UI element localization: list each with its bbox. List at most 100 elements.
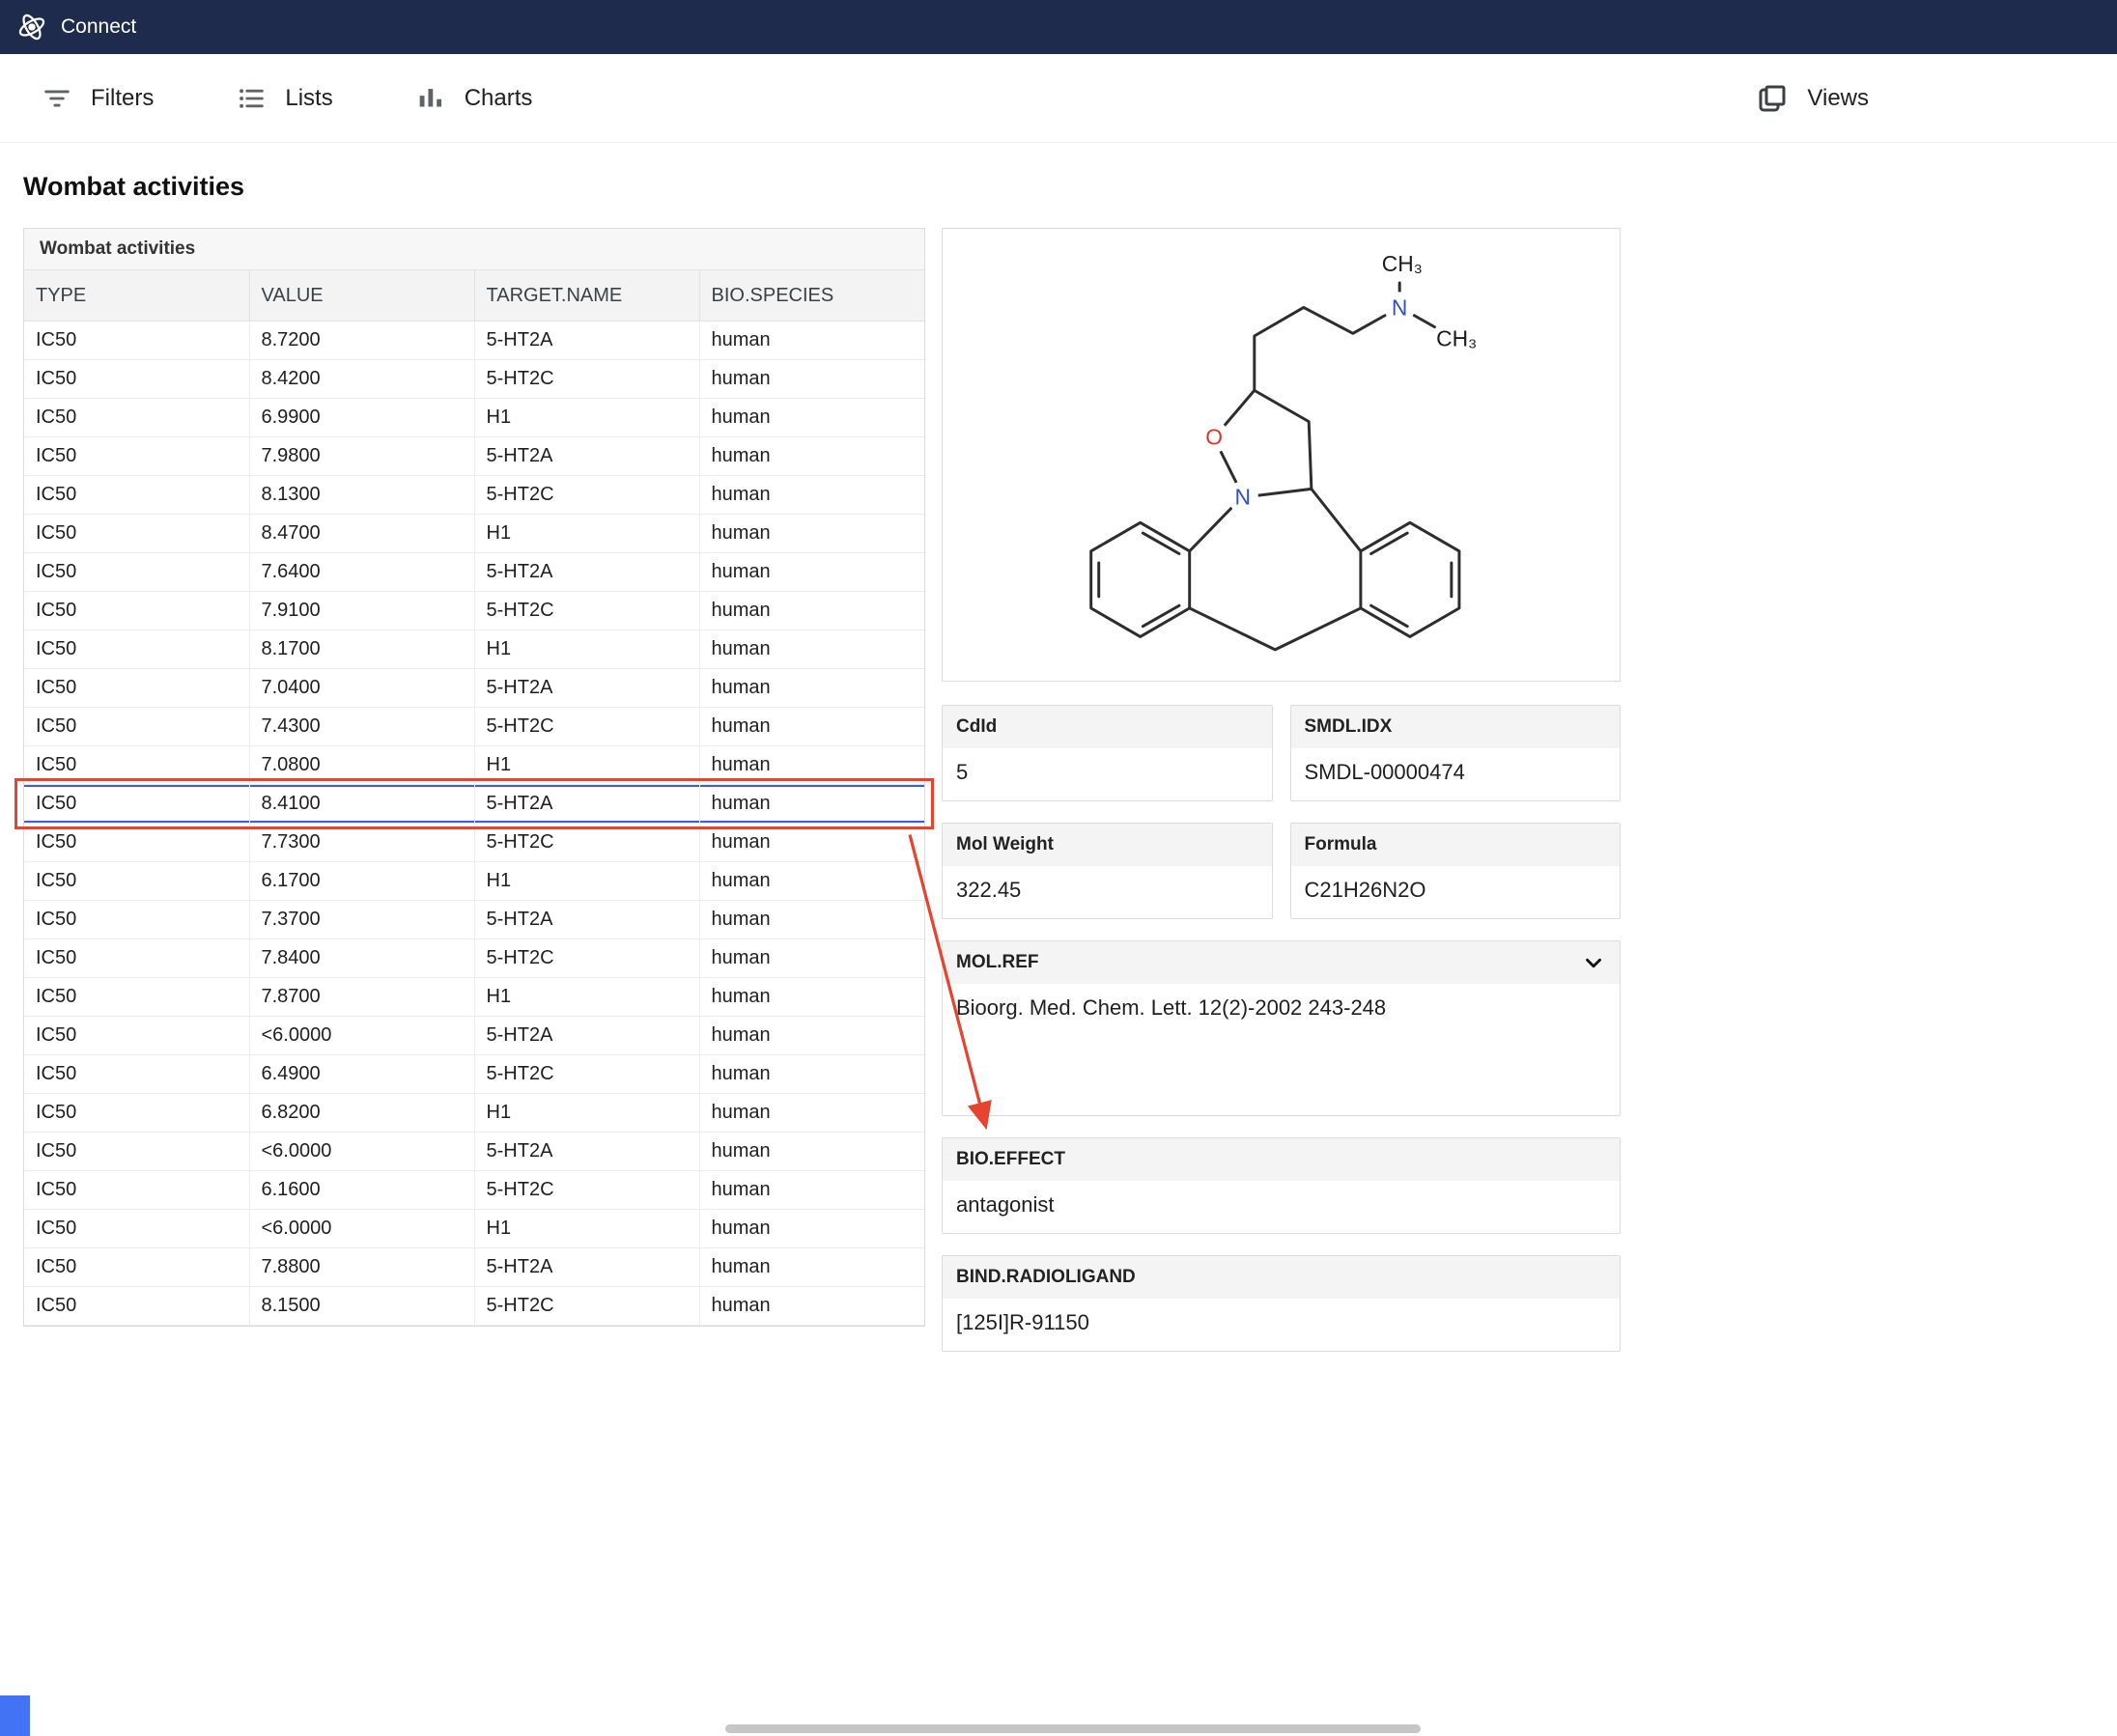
table-row[interactable]: IC50 7.0800 H1 human: [24, 745, 924, 785]
cell-value: <6.0000: [249, 1016, 475, 1055]
table-panel-title: Wombat activities: [24, 229, 924, 269]
table-row[interactable]: IC50 7.8800 5-HT2A human: [24, 1247, 924, 1287]
cell-bio-species: human: [699, 784, 924, 824]
table-row[interactable]: IC50 6.1700 H1 human: [24, 861, 924, 901]
cell-target-name: H1: [474, 861, 700, 901]
amine-nitrogen-label: N: [1391, 294, 1406, 320]
cell-type: IC50: [24, 745, 250, 785]
table-row[interactable]: IC50 <6.0000 H1 human: [24, 1209, 924, 1248]
table-row[interactable]: IC50 8.1300 5-HT2C human: [24, 475, 924, 515]
horizontal-scrollbar-thumb[interactable]: [725, 1724, 1421, 1733]
table-row[interactable]: IC50 7.8700 H1 human: [24, 977, 924, 1017]
table-row[interactable]: IC50 7.4300 5-HT2C human: [24, 707, 924, 746]
cell-bio-species: human: [699, 1132, 924, 1171]
table-row[interactable]: IC50 <6.0000 5-HT2A human: [24, 1016, 924, 1055]
cell-target-name: H1: [474, 1209, 700, 1248]
cell-type: IC50: [24, 359, 250, 399]
cell-type: IC50: [24, 1170, 250, 1210]
column-header[interactable]: VALUE: [249, 269, 475, 322]
activities-table-panel: Wombat activities TYPE VALUE TARGET.NAME BI…: [23, 228, 925, 1327]
column-header[interactable]: TYPE: [24, 269, 250, 322]
cell-value: 7.7300: [249, 823, 475, 862]
detail-card: Mol Weight 322.45: [942, 823, 1273, 919]
cell-bio-species: human: [699, 707, 924, 746]
cell-type: IC50: [24, 1209, 250, 1248]
column-header[interactable]: BIO.SPECIES: [699, 269, 924, 322]
cell-type: IC50: [24, 977, 250, 1017]
charts-button[interactable]: Charts: [414, 82, 532, 115]
table-row[interactable]: IC50 6.9900 H1 human: [24, 398, 924, 437]
filters-button[interactable]: Filters: [41, 82, 154, 115]
cell-bio-species: human: [699, 861, 924, 901]
cell-value: 7.9100: [249, 591, 475, 630]
brand-name: Connect: [61, 15, 137, 38]
card-value: Bioorg. Med. Chem. Lett. 12(2)-2002 243-…: [956, 995, 1387, 1020]
cell-bio-species: human: [699, 552, 924, 592]
cell-value: 7.8400: [249, 938, 475, 978]
table-row[interactable]: IC50 8.1700 H1 human: [24, 630, 924, 669]
cell-target-name: 5-HT2C: [474, 359, 700, 399]
table-row[interactable]: IC50 6.1600 5-HT2C human: [24, 1170, 924, 1210]
cell-target-name: 5-HT2C: [474, 707, 700, 746]
cell-bio-species: human: [699, 823, 924, 862]
cell-target-name: 5-HT2C: [474, 475, 700, 515]
cell-value: 7.4300: [249, 707, 475, 746]
cell-type: IC50: [24, 707, 250, 746]
connect-logo-icon: [18, 14, 45, 41]
cell-value: 7.0800: [249, 745, 475, 785]
cell-type: IC50: [24, 1054, 250, 1094]
views-icon: [1759, 85, 1786, 111]
cell-value: 7.6400: [249, 552, 475, 592]
cell-target-name: H1: [474, 514, 700, 553]
column-header[interactable]: TARGET.NAME: [474, 269, 700, 322]
table-row[interactable]: IC50 8.4200 5-HT2C human: [24, 359, 924, 399]
table-row[interactable]: IC50 6.4900 5-HT2C human: [24, 1054, 924, 1094]
detail-card: SMDL.IDX SMDL-00000474: [1289, 705, 1621, 801]
cell-type: IC50: [24, 1093, 250, 1133]
table-header-row: TYPE VALUE TARGET.NAME BIO.SPECIES: [24, 269, 924, 322]
cell-bio-species: human: [699, 977, 924, 1017]
table-row[interactable]: IC50 7.9800 5-HT2A human: [24, 436, 924, 476]
card-label: MOL.REF: [956, 952, 1039, 972]
cell-type: IC50: [24, 1132, 250, 1171]
cell-value: 8.4700: [249, 514, 475, 553]
app-brand[interactable]: Connect: [15, 11, 136, 43]
chevron-down-icon[interactable]: [1581, 950, 1606, 975]
bio-effect-card: BIO.EFFECT antagonist: [942, 1137, 1621, 1234]
card-value: [125I]R-91150: [956, 1310, 1089, 1334]
views-button[interactable]: Views: [1755, 81, 1869, 116]
cell-type: IC50: [24, 1247, 250, 1287]
cell-bio-species: human: [699, 1054, 924, 1094]
card-label: BIND.RADIOLIGAND: [956, 1267, 1136, 1287]
cell-bio-species: human: [699, 1247, 924, 1287]
cell-bio-species: human: [699, 745, 924, 785]
cell-type: IC50: [24, 938, 250, 978]
table-row[interactable]: IC50 7.7300 5-HT2C human: [24, 823, 924, 862]
table-row[interactable]: IC50 8.1500 5-HT2C human: [24, 1286, 924, 1326]
card-value: C21H26N2O: [1304, 878, 1426, 902]
detail-panel: N O N CH₃ CH₃ CdId 5 SMDL.IDX SMDL-00000…: [942, 228, 1621, 1352]
table-row[interactable]: IC50 8.4100 5-HT2A human: [24, 784, 924, 824]
table-row[interactable]: IC50 <6.0000 5-HT2A human: [24, 1132, 924, 1171]
cell-value: 7.0400: [249, 668, 475, 708]
table-row[interactable]: IC50 6.8200 H1 human: [24, 1093, 924, 1133]
card-label: CdId: [956, 716, 998, 737]
table-row[interactable]: IC50 8.7200 5-HT2A human: [24, 321, 924, 360]
table-row[interactable]: IC50 7.0400 5-HT2A human: [24, 668, 924, 708]
cell-bio-species: human: [699, 514, 924, 553]
table-row[interactable]: IC50 7.6400 5-HT2A human: [24, 552, 924, 592]
table-row[interactable]: IC50 7.8400 5-HT2C human: [24, 938, 924, 978]
table-row[interactable]: IC50 8.4700 H1 human: [24, 514, 924, 553]
cell-type: IC50: [24, 436, 250, 476]
cell-target-name: 5-HT2A: [474, 552, 700, 592]
cell-target-name: 5-HT2C: [474, 591, 700, 630]
methyl-top-label: CH₃: [1381, 250, 1422, 275]
cell-bio-species: human: [699, 591, 924, 630]
views-label: Views: [1807, 84, 1869, 111]
cell-value: <6.0000: [249, 1132, 475, 1171]
lists-button[interactable]: Lists: [235, 82, 333, 115]
lists-label: Lists: [285, 84, 333, 111]
table-row[interactable]: IC50 7.3700 5-HT2A human: [24, 900, 924, 939]
table-row[interactable]: IC50 7.9100 5-HT2C human: [24, 591, 924, 630]
cell-value: 6.8200: [249, 1093, 475, 1133]
